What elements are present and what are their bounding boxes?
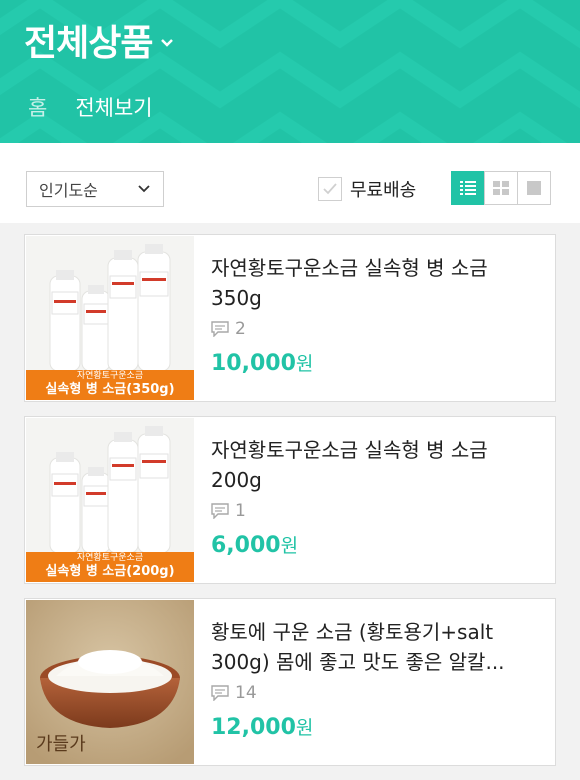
banner-top-text: 자연황토구운소금 bbox=[76, 553, 144, 563]
grid-view-button[interactable] bbox=[484, 171, 518, 205]
price-value: 12,000 bbox=[211, 715, 296, 740]
free-shipping-toggle[interactable]: 무료배송 bbox=[318, 176, 416, 202]
price-currency: 원 bbox=[280, 535, 299, 557]
sort-value: 인기도순 bbox=[39, 181, 98, 200]
product-price: 12,000원 bbox=[211, 713, 543, 740]
image-caption: 가들가 bbox=[36, 734, 86, 755]
large-view-button[interactable] bbox=[517, 171, 551, 205]
free-shipping-label: 무료배송 bbox=[350, 180, 417, 201]
review-count-value: 14 bbox=[235, 683, 257, 703]
banner-top-text: 자연황토구운소금 bbox=[76, 371, 144, 381]
list-icon bbox=[460, 181, 476, 195]
review-count-value: 2 bbox=[235, 319, 246, 339]
product-card[interactable]: 가들가 황토에 구운 소금 (황토용기+salt 300g) 몸에 좋고 맛도 … bbox=[24, 598, 556, 766]
grid-icon bbox=[493, 181, 509, 195]
breadcrumb-all[interactable]: 전체보기 bbox=[75, 92, 152, 122]
price-value: 6,000 bbox=[211, 533, 281, 558]
review-count: 14 bbox=[211, 683, 543, 703]
product-image-banner: 자연황토구운소금 실속형 병 소금(200g) bbox=[26, 552, 194, 582]
price-currency: 원 bbox=[295, 717, 314, 739]
product-card[interactable]: 자연황토구운소금 실속형 병 소금(350g) 자연황토구운소금 실속형 병 소… bbox=[24, 234, 556, 402]
banner-bottom-text: 실속형 병 소금(350g) bbox=[45, 381, 175, 397]
product-name[interactable]: 자연황토구운소금 실속형 병 소금 200g bbox=[211, 435, 543, 495]
filter-toolbar: 인기도순 무료배송 bbox=[0, 143, 580, 223]
comment-icon bbox=[211, 685, 229, 701]
page-title: 전체상품 bbox=[24, 23, 153, 64]
chevron-down-icon bbox=[138, 185, 150, 193]
product-image-banner: 자연황토구운소금 실속형 병 소금(350g) bbox=[26, 370, 194, 400]
page-header: 전체상품 홈 전체보기 bbox=[0, 0, 580, 143]
product-image[interactable]: 가들가 bbox=[26, 600, 194, 764]
review-count: 1 bbox=[211, 501, 543, 521]
product-list: 자연황토구운소금 실속형 병 소금(350g) 자연황토구운소금 실속형 병 소… bbox=[24, 234, 556, 780]
product-image[interactable]: 자연황토구운소금 실속형 병 소금(350g) bbox=[26, 236, 194, 400]
product-image[interactable]: 자연황토구운소금 실속형 병 소금(200g) bbox=[26, 418, 194, 582]
price-currency: 원 bbox=[295, 353, 314, 375]
product-name[interactable]: 자연황토구운소금 실속형 병 소금 350g bbox=[211, 253, 543, 313]
banner-bottom-text: 실속형 병 소금(200g) bbox=[45, 563, 175, 579]
product-info: 황토에 구운 소금 (황토용기+salt 300g) 몸에 좋고 맛도 좋은 알… bbox=[211, 617, 543, 740]
review-count: 2 bbox=[211, 319, 543, 339]
sort-select[interactable]: 인기도순 bbox=[26, 171, 164, 207]
product-name[interactable]: 황토에 구운 소금 (황토용기+salt 300g) 몸에 좋고 맛도 좋은 알… bbox=[211, 617, 543, 677]
list-view-button[interactable] bbox=[451, 171, 485, 205]
comment-icon bbox=[211, 321, 229, 337]
free-shipping-checkbox[interactable] bbox=[318, 177, 342, 201]
chevron-down-icon bbox=[161, 39, 174, 47]
comment-icon bbox=[211, 503, 229, 519]
square-icon bbox=[527, 181, 541, 195]
breadcrumb-home[interactable]: 홈 bbox=[28, 92, 47, 122]
review-count-value: 1 bbox=[235, 501, 246, 521]
product-price: 10,000원 bbox=[211, 349, 543, 376]
product-info: 자연황토구운소금 실속형 병 소금 200g 1 6,000원 bbox=[211, 435, 543, 558]
view-mode-switch bbox=[451, 171, 551, 205]
price-value: 10,000 bbox=[211, 351, 296, 376]
product-card[interactable]: 자연황토구운소금 실속형 병 소금(200g) 자연황토구운소금 실속형 병 소… bbox=[24, 416, 556, 584]
product-info: 자연황토구운소금 실속형 병 소금 350g 2 10,000원 bbox=[211, 253, 543, 376]
breadcrumb: 홈 전체보기 bbox=[28, 92, 153, 122]
check-icon bbox=[323, 183, 337, 195]
category-title-dropdown[interactable]: 전체상품 bbox=[24, 14, 174, 66]
product-price: 6,000원 bbox=[211, 531, 543, 558]
